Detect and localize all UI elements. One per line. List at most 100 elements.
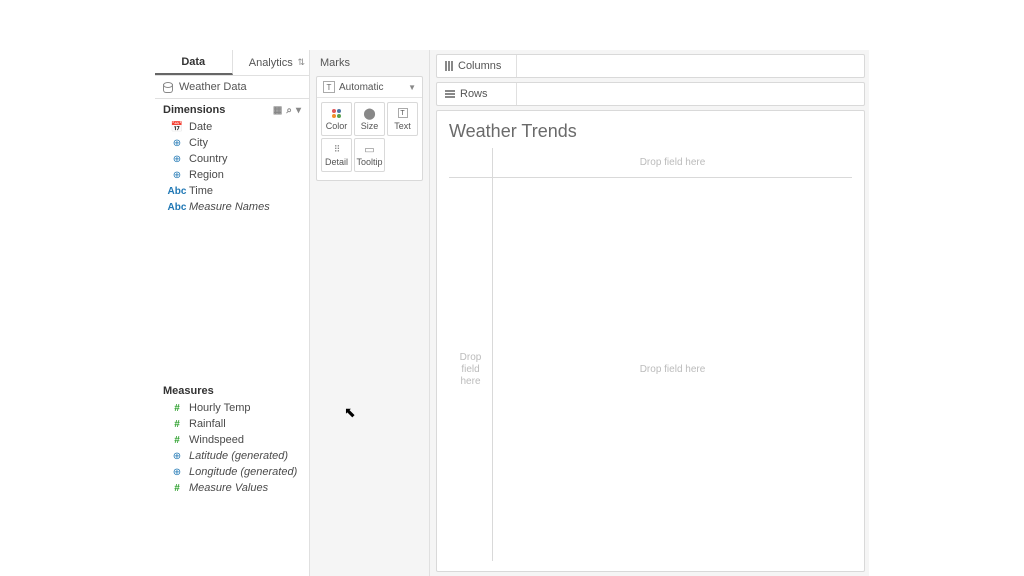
measures-list: # Hourly Temp # Rainfall # Windspeed ⊕ L…: [155, 400, 309, 576]
viz-drop-columns[interactable]: Drop field here: [493, 148, 852, 178]
globe-icon: ⊕: [171, 154, 183, 165]
search-icon[interactable]: ⌕: [286, 105, 292, 116]
data-source-row[interactable]: Weather Data: [155, 76, 309, 99]
globe-icon: ⊕: [171, 170, 183, 181]
abc-icon: Abc: [171, 186, 183, 197]
rows-shelf-label-box: Rows: [437, 83, 517, 105]
field-city-label: City: [189, 137, 208, 149]
database-icon: [163, 82, 173, 93]
field-hourly-temp[interactable]: # Hourly Temp: [155, 400, 309, 416]
marks-card: T Automatic ▼ Color ⬤ Size T: [316, 76, 423, 181]
globe-icon: ⊕: [171, 467, 183, 478]
calendar-icon: 📅: [171, 122, 183, 133]
field-measure-names-label: Measure Names: [189, 201, 270, 213]
mark-type-label: Automatic: [339, 82, 383, 93]
field-country-label: Country: [189, 153, 228, 165]
marks-header: Marks: [310, 50, 429, 76]
field-date-label: Date: [189, 121, 212, 133]
marks-panel: Marks T Automatic ▼ Color ⬤ Size: [310, 50, 430, 576]
tooltip-icon: ▭: [364, 143, 374, 155]
color-dots-icon: [332, 107, 341, 119]
field-rainfall-label: Rainfall: [189, 418, 226, 430]
field-longitude[interactable]: ⊕ Longitude (generated): [155, 464, 309, 480]
viz-corner: [449, 148, 493, 178]
mark-detail-label: Detail: [325, 157, 348, 167]
mark-detail-button[interactable]: ⠿ Detail: [321, 138, 352, 172]
mark-color-label: Color: [326, 121, 348, 131]
columns-shelf-label: Columns: [458, 60, 501, 72]
columns-shelf[interactable]: Columns: [436, 54, 865, 78]
panel-spacer: [155, 215, 309, 380]
columns-icon: [445, 61, 453, 71]
field-windspeed[interactable]: # Windspeed: [155, 432, 309, 448]
globe-icon: ⊕: [171, 451, 183, 462]
field-latitude-label: Latitude (generated): [189, 450, 288, 462]
field-longitude-label: Longitude (generated): [189, 466, 297, 478]
field-hourly-temp-label: Hourly Temp: [189, 402, 251, 414]
abc-icon: Abc: [171, 202, 183, 213]
viz-drop-main[interactable]: Drop field here: [493, 178, 852, 561]
field-city[interactable]: ⊕ City: [155, 135, 309, 151]
section-menu-icon[interactable]: ▾: [296, 105, 301, 116]
number-icon: #: [171, 403, 183, 414]
number-icon: #: [171, 419, 183, 430]
tab-analytics[interactable]: Analytics ⇅: [233, 50, 310, 75]
measures-header: Measures: [155, 380, 309, 400]
data-panel: Data Analytics ⇅ Weather Data Dimensions…: [155, 50, 310, 576]
field-region-label: Region: [189, 169, 224, 181]
field-region[interactable]: ⊕ Region: [155, 167, 309, 183]
chevron-down-icon: ▼: [408, 83, 416, 92]
field-time-label: Time: [189, 185, 213, 197]
rows-shelf-drop[interactable]: [517, 83, 864, 105]
mark-tooltip-label: Tooltip: [356, 157, 382, 167]
measures-label: Measures: [163, 385, 214, 397]
data-panel-tabs: Data Analytics ⇅: [155, 50, 309, 76]
viz-grid: Drop field here Drop field here Drop fie…: [449, 148, 852, 561]
columns-shelf-label-box: Columns: [437, 55, 517, 77]
viz-title[interactable]: Weather Trends: [449, 121, 852, 148]
number-icon: #: [171, 483, 183, 494]
globe-icon: ⊕: [171, 138, 183, 149]
field-windspeed-label: Windspeed: [189, 434, 244, 446]
mark-buttons: Color ⬤ Size T Text ⠿ Detail ▭ Tooltip: [317, 98, 422, 176]
dimensions-list: 📅 Date ⊕ City ⊕ Country ⊕ Region Abc Tim…: [155, 119, 309, 215]
tab-data-label: Data: [181, 56, 205, 68]
rows-shelf[interactable]: Rows: [436, 82, 865, 106]
analytics-caret-icon: ⇅: [297, 57, 305, 68]
mark-text-label: Text: [394, 121, 411, 131]
field-measure-names[interactable]: Abc Measure Names: [155, 199, 309, 215]
tab-data[interactable]: Data: [155, 50, 233, 75]
viz-panel: Weather Trends Drop field here Drop fiel…: [436, 110, 865, 572]
mark-size-button[interactable]: ⬤ Size: [354, 102, 385, 136]
field-measure-values[interactable]: # Measure Values: [155, 480, 309, 496]
viz-drop-left-label: Drop field here: [460, 352, 482, 388]
viz-drop-top-label: Drop field here: [640, 157, 706, 168]
field-rainfall[interactable]: # Rainfall: [155, 416, 309, 432]
mark-type-select[interactable]: T Automatic ▼: [317, 77, 422, 98]
viz-drop-main-label: Drop field here: [640, 364, 706, 375]
field-date[interactable]: 📅 Date: [155, 119, 309, 135]
rows-icon: [445, 90, 455, 98]
dimensions-label: Dimensions: [163, 104, 225, 116]
field-latitude[interactable]: ⊕ Latitude (generated): [155, 448, 309, 464]
field-measure-values-label: Measure Values: [189, 482, 268, 494]
field-time[interactable]: Abc Time: [155, 183, 309, 199]
text-t-icon: T: [323, 81, 335, 93]
data-source-name: Weather Data: [179, 81, 247, 93]
mark-text-button[interactable]: T Text: [387, 102, 418, 136]
dimensions-header: Dimensions ▦ ⌕ ▾: [155, 99, 309, 119]
mark-color-button[interactable]: Color: [321, 102, 352, 136]
view-grid-icon[interactable]: ▦: [273, 105, 282, 116]
rows-shelf-label: Rows: [460, 88, 488, 100]
tab-analytics-label: Analytics: [249, 57, 293, 69]
text-icon: T: [398, 107, 408, 119]
size-icon: ⬤: [363, 107, 375, 119]
number-icon: #: [171, 435, 183, 446]
canvas-area: Columns Rows Weather Trends Drop field h…: [430, 50, 869, 576]
viz-drop-rows[interactable]: Drop field here: [449, 178, 493, 561]
field-country[interactable]: ⊕ Country: [155, 151, 309, 167]
columns-shelf-drop[interactable]: [517, 55, 864, 77]
mark-size-label: Size: [361, 121, 379, 131]
detail-icon: ⠿: [334, 143, 340, 155]
mark-tooltip-button[interactable]: ▭ Tooltip: [354, 138, 385, 172]
